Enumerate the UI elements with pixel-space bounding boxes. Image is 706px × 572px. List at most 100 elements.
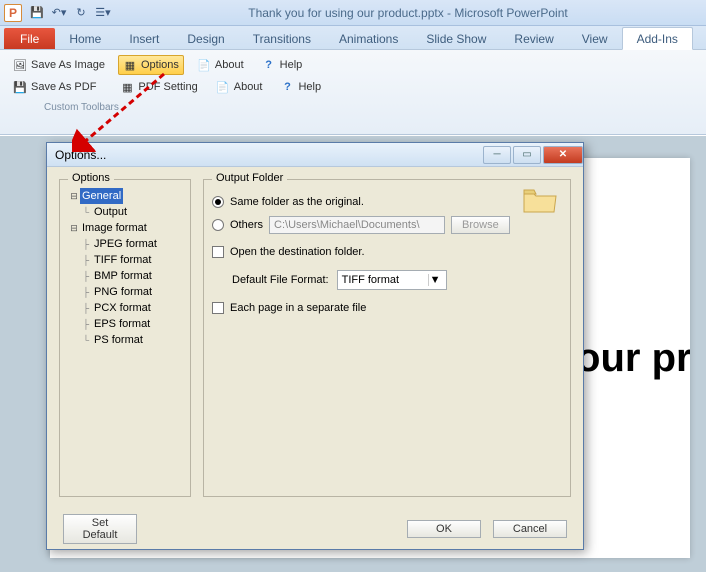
tab-view[interactable]: View	[568, 28, 622, 49]
default-format-value: TIFF format	[342, 274, 399, 286]
check-each-page[interactable]: Each page in a separate file	[212, 302, 562, 314]
pdf-icon: 💾	[13, 80, 27, 94]
save-as-pdf-label: Save As PDF	[31, 81, 96, 93]
options-button[interactable]: ▦ Options	[118, 55, 184, 75]
tree-jpeg[interactable]: ├JPEG format	[80, 236, 182, 252]
options-legend: Options	[68, 172, 114, 184]
ribbon-group-label: Custom Toolbars	[44, 102, 698, 113]
image-icon: 🖼	[13, 58, 27, 72]
app-icon: P	[4, 4, 22, 22]
window-title: Thank you for using our product.pptx - M…	[114, 6, 702, 20]
tab-slideshow[interactable]: Slide Show	[412, 28, 500, 49]
save-as-image-button[interactable]: 🖼 Save As Image	[8, 55, 110, 75]
tree-png[interactable]: ├PNG format	[80, 284, 182, 300]
dialog-title: Options...	[55, 148, 106, 162]
tab-insert[interactable]: Insert	[115, 28, 173, 49]
qat-save-icon[interactable]: 💾	[28, 4, 46, 22]
cancel-button[interactable]: Cancel	[493, 520, 567, 538]
help-icon-2: ?	[280, 80, 294, 94]
ok-button[interactable]: OK	[407, 520, 481, 538]
tree-branch-icon: └	[80, 204, 92, 220]
tab-review[interactable]: Review	[500, 28, 567, 49]
save-as-image-label: Save As Image	[31, 59, 105, 71]
note-icon: 📄	[197, 58, 211, 72]
folder-icon	[522, 186, 558, 216]
collapse-icon[interactable]: ⊟	[68, 188, 80, 204]
grid-icon-2: ▦	[120, 80, 134, 94]
tree-output-label: Output	[92, 204, 129, 220]
output-folder-panel: Output Folder Same folder as the origina…	[203, 179, 571, 497]
tree-image-format-label: Image format	[80, 220, 149, 236]
set-default-button[interactable]: Set Default	[63, 514, 137, 544]
tree-bmp[interactable]: ├BMP format	[80, 268, 182, 284]
check-open-dest-label: Open the destination folder.	[230, 246, 365, 258]
about-button-2[interactable]: 📄 About	[211, 77, 268, 97]
tab-design[interactable]: Design	[173, 28, 238, 49]
tree-branch-icon: ├	[80, 284, 92, 300]
tree-branch-icon: ├	[80, 300, 92, 316]
save-as-pdf-button[interactable]: 💾 Save As PDF	[8, 77, 101, 97]
browse-button[interactable]: Browse	[451, 216, 510, 234]
note-icon-2: 📄	[216, 80, 230, 94]
path-input[interactable]	[269, 216, 445, 234]
checkbox-icon-2	[212, 302, 224, 314]
help-label-1: Help	[280, 59, 303, 71]
close-icon[interactable]: ✕	[543, 146, 583, 164]
pdf-setting-button[interactable]: ▦ PDF Setting	[115, 77, 202, 97]
radio-others-label: Others	[230, 219, 263, 231]
dialog-titlebar[interactable]: Options... ─ ▭ ✕	[47, 143, 583, 167]
tree-branch-icon: ├	[80, 236, 92, 252]
ribbon-tabs: File Home Insert Design Transitions Anim…	[0, 26, 706, 50]
tree-general[interactable]: ⊟ General	[68, 188, 182, 204]
options-dialog: Options... ─ ▭ ✕ Options ⊟ General └ Out…	[46, 142, 584, 550]
grid-icon: ▦	[123, 58, 137, 72]
tree-tiff[interactable]: ├TIFF format	[80, 252, 182, 268]
collapse-icon-2[interactable]: ⊟	[68, 220, 80, 236]
tab-home[interactable]: Home	[55, 28, 115, 49]
default-format-combo[interactable]: TIFF format ▼	[337, 270, 447, 290]
options-tree-panel: Options ⊟ General └ Output ⊟ Image forma…	[59, 179, 191, 497]
qat-redo-icon[interactable]: ↻	[72, 4, 90, 22]
tab-animations[interactable]: Animations	[325, 28, 412, 49]
tree-general-label: General	[80, 188, 123, 204]
tree-image-format[interactable]: ⊟ Image format	[68, 220, 182, 236]
tree-branch-icon: ├	[80, 316, 92, 332]
ribbon-body: 🖼 Save As Image ▦ Options 📄 About ? Help…	[0, 50, 706, 135]
tree-pcx[interactable]: ├PCX format	[80, 300, 182, 316]
options-tree: ⊟ General └ Output ⊟ Image format ├JPEG …	[68, 188, 182, 348]
tab-addins[interactable]: Add-Ins	[622, 27, 693, 50]
minimize-icon[interactable]: ─	[483, 146, 511, 164]
options-label: Options	[141, 59, 179, 71]
radio-same-folder[interactable]: Same folder as the original.	[212, 196, 562, 208]
tree-branch-icon: ├	[80, 268, 92, 284]
about-label-2: About	[234, 81, 263, 93]
radio-icon-empty	[212, 219, 224, 231]
maximize-icon[interactable]: ▭	[513, 146, 541, 164]
chevron-down-icon: ▼	[428, 274, 442, 286]
tree-output[interactable]: └ Output	[80, 204, 182, 220]
radio-others[interactable]: Others Browse	[212, 216, 562, 234]
about-label-1: About	[215, 59, 244, 71]
dialog-footer: Set Default OK Cancel	[47, 509, 583, 549]
check-open-dest[interactable]: Open the destination folder.	[212, 246, 562, 258]
about-button-1[interactable]: 📄 About	[192, 55, 249, 75]
qat-customize-icon[interactable]: ☰▾	[94, 4, 112, 22]
pdf-setting-label: PDF Setting	[138, 81, 197, 93]
tab-transitions[interactable]: Transitions	[239, 28, 325, 49]
tree-branch-icon: ├	[80, 252, 92, 268]
checkbox-icon	[212, 246, 224, 258]
help-label-2: Help	[298, 81, 321, 93]
check-each-page-label: Each page in a separate file	[230, 302, 366, 314]
tree-branch-icon: └	[80, 332, 92, 348]
help-button-1[interactable]: ? Help	[257, 55, 308, 75]
radio-icon	[212, 196, 224, 208]
help-icon: ?	[262, 58, 276, 72]
help-button-2[interactable]: ? Help	[275, 77, 326, 97]
tree-eps[interactable]: ├EPS format	[80, 316, 182, 332]
radio-same-folder-label: Same folder as the original.	[230, 196, 364, 208]
file-tab[interactable]: File	[4, 28, 55, 49]
tree-ps[interactable]: └PS format	[80, 332, 182, 348]
output-folder-legend: Output Folder	[212, 172, 287, 184]
qat-undo-icon[interactable]: ↶▾	[50, 4, 68, 22]
default-format-label: Default File Format:	[232, 274, 329, 286]
